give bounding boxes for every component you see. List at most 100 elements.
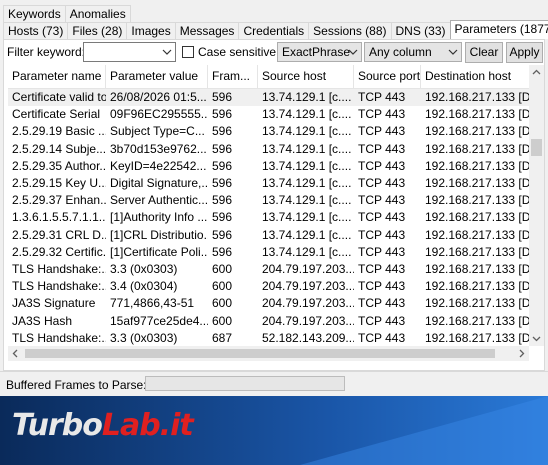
scroll-down-icon[interactable] bbox=[529, 331, 544, 346]
table-row[interactable]: 2.5.29.19 Basic ... Subject Type=C... 596 1… bbox=[8, 123, 529, 140]
table-row[interactable]: JA3S Signature 771,4866,43-51 600 204.79.19… bbox=[8, 295, 529, 312]
tab-row2-1[interactable]: Files (28) bbox=[67, 22, 128, 39]
filter-keyword-input[interactable] bbox=[83, 42, 176, 62]
table-row[interactable]: 2.5.29.31 CRL D... [1]CRL Distributio... 5… bbox=[8, 227, 529, 244]
scroll-right-icon[interactable] bbox=[514, 346, 529, 361]
table-cell: TCP 443 bbox=[358, 244, 406, 259]
table-row[interactable]: Certificate valid to 26/08/2026 01:5... 59… bbox=[8, 89, 529, 106]
horizontal-scroll-thumb[interactable] bbox=[25, 349, 495, 358]
table-cell: TCP 443 bbox=[358, 330, 406, 345]
table-cell: 3b70d153e9762... bbox=[110, 141, 207, 156]
apply-button[interactable]: Apply bbox=[506, 42, 543, 63]
logo-part-1: Turbo bbox=[12, 408, 103, 443]
table-cell: 2.5.29.19 Basic ... bbox=[12, 124, 106, 139]
table-cell: 2.5.29.35 Author... bbox=[12, 158, 106, 173]
table-cell: Digital Signature,... bbox=[110, 176, 208, 190]
column-header-5[interactable]: Destination host bbox=[421, 65, 529, 88]
table-cell: 13.74.129.1 [c.... bbox=[262, 141, 352, 156]
tab-row2-5[interactable]: Sessions (88) bbox=[308, 22, 392, 39]
table-cell: 192.168.217.133 [DE bbox=[425, 124, 529, 139]
table-cell: 192.168.217.133 [DE bbox=[425, 244, 529, 259]
table-cell: TCP 443 bbox=[358, 262, 406, 276]
horizontal-scrollbar[interactable] bbox=[8, 346, 529, 361]
table-cell: 13.74.129.1 [c.... bbox=[262, 244, 352, 259]
table-cell: 596 bbox=[212, 124, 233, 139]
table-cell: [1]Certificate Poli... bbox=[110, 244, 208, 259]
table-cell: TCP 443 bbox=[358, 90, 406, 104]
vertical-scrollbar[interactable] bbox=[529, 65, 544, 346]
table-cell: TCP 443 bbox=[358, 141, 406, 156]
tab-row2-3[interactable]: Messages bbox=[174, 22, 240, 39]
table-cell: 52.182.143.209... bbox=[262, 330, 354, 345]
case-sensitive-checkbox[interactable] bbox=[182, 46, 194, 58]
table-cell: 2.5.29.31 CRL D... bbox=[12, 227, 106, 242]
buffered-frames-label: Buffered Frames to Parse: bbox=[6, 378, 147, 392]
column-header-3[interactable]: Source host bbox=[258, 65, 354, 88]
tab-row1-1[interactable]: Anomalies bbox=[64, 5, 131, 22]
table-cell: 600 bbox=[212, 279, 233, 294]
table-row[interactable]: 1.3.6.1.5.5.7.1.1... [1]Authority Info ..… bbox=[8, 209, 529, 226]
scroll-up-icon[interactable] bbox=[529, 65, 544, 80]
table-cell: 2.5.29.14 Subje... bbox=[12, 141, 106, 156]
desktop-background: TurboLab.it bbox=[0, 396, 548, 465]
table-cell: 596 bbox=[212, 90, 233, 104]
table-cell: TLS Handshake:... bbox=[12, 330, 106, 345]
column-header-1[interactable]: Parameter value bbox=[106, 65, 208, 88]
table-row[interactable]: TLS Handshake:... 3.3 (0x0303) 687 52.182.1… bbox=[8, 330, 529, 346]
table-cell: 596 bbox=[212, 141, 233, 156]
match-mode-select[interactable]: ExactPhrase bbox=[277, 42, 362, 62]
buffered-frames-progress bbox=[145, 376, 345, 391]
table-cell: 204.79.197.203... bbox=[262, 313, 354, 328]
table-cell: 192.168.217.133 [DE bbox=[425, 262, 529, 276]
column-header-4[interactable]: Source port bbox=[354, 65, 421, 88]
table-cell: 2.5.29.15 Key U... bbox=[12, 176, 106, 190]
table-cell: 204.79.197.203... bbox=[262, 262, 354, 276]
table-cell: 3.4 (0x0304) bbox=[110, 279, 178, 294]
table-cell: 13.74.129.1 [c.... bbox=[262, 176, 352, 190]
column-select[interactable]: Any column bbox=[364, 42, 462, 62]
table-cell: 192.168.217.133 [DE bbox=[425, 313, 529, 328]
turbolab-logo: TurboLab.it bbox=[12, 408, 194, 443]
table-cell: 192.168.217.133 [DE bbox=[425, 107, 529, 122]
table-row[interactable]: TLS Handshake:... 3.4 (0x0304) 600 204.79.1… bbox=[8, 278, 529, 295]
table-cell: 1.3.6.1.5.5.7.1.1... bbox=[12, 210, 106, 225]
table-cell: 2.5.29.32 Certific... bbox=[12, 244, 106, 259]
table-cell: 13.74.129.1 [c.... bbox=[262, 90, 352, 104]
table-cell: 192.168.217.133 [DE bbox=[425, 279, 529, 294]
tab-row2-7[interactable]: Parameters (1877) bbox=[449, 20, 548, 39]
table-cell: Server Authentic... bbox=[110, 193, 208, 208]
filter-bar: Filter keyword: Case sensitive ExactPhra… bbox=[3, 41, 543, 63]
table-cell: 192.168.217.133 [DE bbox=[425, 296, 529, 311]
clear-button[interactable]: Clear bbox=[465, 42, 503, 63]
table-cell: 771,4866,43-51 bbox=[110, 296, 195, 311]
table-cell: 687 bbox=[212, 330, 233, 345]
table-cell: 596 bbox=[212, 176, 233, 190]
table-cell: 13.74.129.1 [c.... bbox=[262, 124, 352, 139]
table-cell: TLS Handshake:... bbox=[12, 262, 106, 276]
table-row[interactable]: 2.5.29.14 Subje... 3b70d153e9762... 596 13.… bbox=[8, 141, 529, 158]
tab-row2-4[interactable]: Credentials bbox=[238, 22, 310, 39]
column-header-2[interactable]: Fram... bbox=[208, 65, 258, 88]
tab-row2-0[interactable]: Hosts (73) bbox=[3, 22, 69, 39]
table-row[interactable]: 2.5.29.15 Key U... Digital Signature,... 5… bbox=[8, 175, 529, 192]
table-cell: 192.168.217.133 [DE bbox=[425, 90, 529, 104]
table-row[interactable]: 2.5.29.37 Enhan... Server Authentic... 596… bbox=[8, 192, 529, 209]
tab-row2-2[interactable]: Images bbox=[126, 22, 176, 39]
tab-row2-6[interactable]: DNS (33) bbox=[390, 22, 451, 39]
table-row[interactable]: Certificate Serial 09F96EC295555... 596 13.… bbox=[8, 106, 529, 123]
table-cell: TCP 443 bbox=[358, 279, 406, 294]
table-cell: [1]Authority Info ... bbox=[110, 210, 208, 225]
tab-row1-0[interactable]: Keywords bbox=[3, 5, 66, 22]
table-row[interactable]: TLS Handshake:... 3.3 (0x0303) 600 204.79.1… bbox=[8, 261, 529, 278]
table-row[interactable]: 2.5.29.32 Certific... [1]Certificate Poli… bbox=[8, 244, 529, 261]
scroll-left-icon[interactable] bbox=[8, 346, 23, 361]
table-cell: JA3S Hash bbox=[12, 313, 73, 328]
table-row[interactable]: 2.5.29.35 Author... KeyID=4e22542... 596 13… bbox=[8, 158, 529, 175]
table-cell: [1]CRL Distributio... bbox=[110, 227, 208, 242]
table-cell: 596 bbox=[212, 227, 233, 242]
table-cell: 596 bbox=[212, 244, 233, 259]
vertical-scroll-thumb[interactable] bbox=[531, 139, 542, 156]
table-cell: 13.74.129.1 [c.... bbox=[262, 210, 352, 225]
table-row[interactable]: JA3S Hash 15af977ce25de4... 600 204.79.197.… bbox=[8, 313, 529, 330]
column-header-0[interactable]: Parameter name bbox=[8, 65, 106, 88]
